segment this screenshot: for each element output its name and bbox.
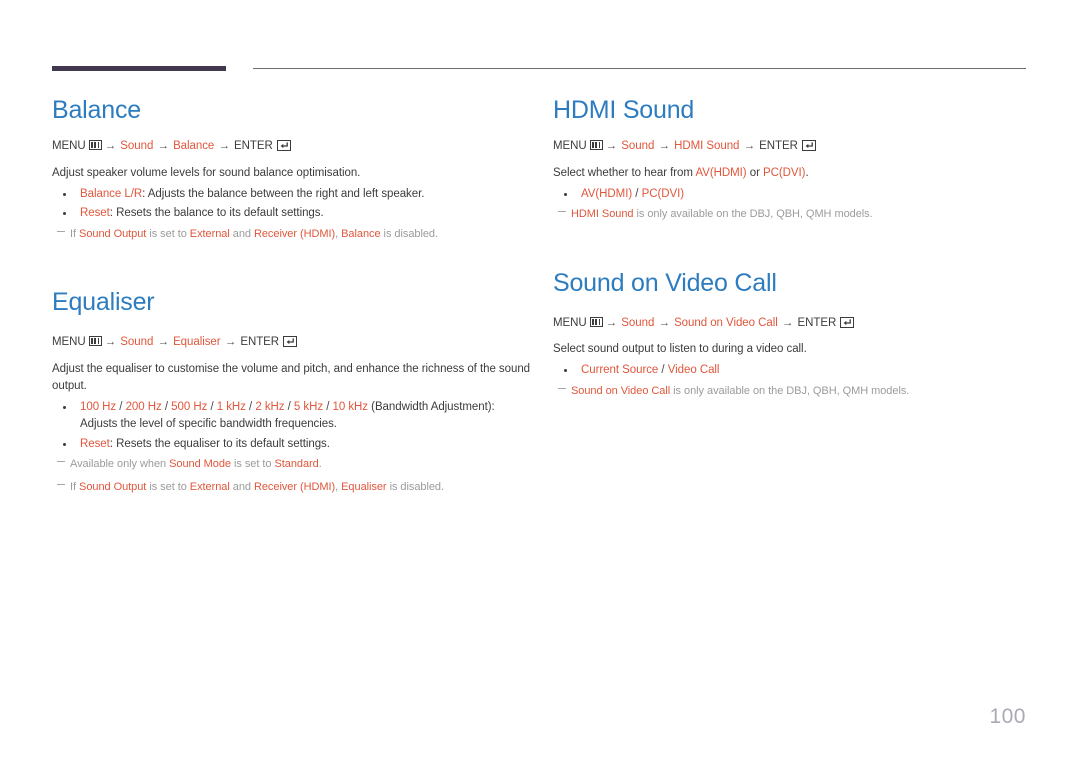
menu-label: MENU [553, 316, 587, 329]
menu-path-equaliser: MENU → Sound → Equaliser → ENTER [52, 334, 534, 351]
bullet-text: : Resets the equaliser to its default se… [109, 437, 330, 450]
section-hdmi-sound: HDMI Sound MENU → Sound → HDMI Sound → EN… [553, 96, 1035, 223]
path-arrow-2: → [157, 336, 169, 349]
enter-label: ENTER [759, 140, 798, 152]
frequency-options: 100 Hz / 200 Hz / 500 Hz / 1 kHz / 2 kHz… [80, 400, 369, 413]
path-arrow-2: → [658, 140, 670, 152]
equaliser-lead: Adjust the equaliser to customise the vo… [52, 362, 531, 392]
hdmi-sound-lead: Select whether to hear from AV(HDMI) or … [553, 166, 809, 179]
note: HDMI Sound is only available on the DBJ,… [553, 206, 1035, 223]
option-separator: / [632, 187, 642, 200]
path-arrow-3: → [224, 336, 237, 349]
list-item: Reset: Resets the balance to its default… [52, 205, 534, 222]
balance-notes: If Sound Output is set to External and R… [52, 226, 534, 243]
page-number: 100 [989, 705, 1026, 728]
header-rule-accent [52, 66, 226, 71]
note: Sound on Video Call is only available on… [553, 383, 1035, 400]
path-step-sound: Sound [120, 140, 154, 152]
sound-on-video-call-notes: Sound on Video Call is only available on… [553, 383, 1035, 400]
path-arrow-1: → [104, 140, 117, 152]
menu-path-hdmi-sound: MENU → Sound → HDMI Sound → ENTER [553, 138, 1035, 155]
header-rule-line [253, 68, 1026, 69]
menu-grid-icon [589, 316, 603, 327]
path-step-sound: Sound [120, 336, 154, 349]
option-av-hdmi: AV(HDMI) [581, 187, 633, 200]
path-arrow-1: → [605, 316, 618, 329]
enter-label: ENTER [234, 140, 273, 152]
option-current-source: Current Source [581, 364, 659, 377]
bullet-text: : Adjusts the balance between the right … [142, 187, 425, 200]
equaliser-notes: Available only when Sound Mode is set to… [52, 456, 534, 495]
note: Available only when Sound Mode is set to… [52, 456, 534, 473]
list-item: Reset: Resets the equaliser to its defau… [52, 436, 534, 453]
menu-grid-icon [589, 140, 603, 150]
hdmi-sound-option-list: AV(HDMI) / PC(DVI) [553, 186, 1035, 203]
right-column: HDMI Sound MENU → Sound → HDMI Sound → EN… [553, 96, 1035, 405]
section-title-sound-on-video-call: Sound on Video Call [553, 268, 777, 297]
path-arrow-3: → [743, 140, 756, 152]
path-step-equaliser: Equaliser [173, 336, 221, 349]
bullet-text: : Resets the balance to its default sett… [109, 207, 324, 220]
note: If Sound Output is set to External and R… [52, 226, 534, 243]
path-step-hdmi-sound: HDMI Sound [674, 140, 740, 152]
path-arrow-1: → [605, 140, 618, 152]
menu-path-sound-on-video-call: MENU → Sound → Sound on Video Call → ENTE… [553, 315, 1035, 332]
path-step-sound: Sound [621, 140, 655, 152]
enter-label: ENTER [240, 336, 280, 349]
section-sound-on-video-call: Sound on Video Call MENU → Sound → Sound … [553, 269, 1035, 400]
path-arrow-3: → [781, 316, 794, 329]
option-pc-dvi: PC(DVI) [641, 187, 685, 200]
path-step-sound-on-video-call: Sound on Video Call [674, 316, 778, 329]
menu-label: MENU [52, 336, 86, 349]
bullet-term: Balance L/R [80, 187, 143, 200]
path-arrow-2: → [658, 316, 670, 329]
option-video-call: Video Call [667, 364, 720, 377]
note: If Sound Output is set to External and R… [52, 479, 534, 496]
sound-on-video-call-option-list: Current Source / Video Call [553, 362, 1035, 379]
hdmi-sound-notes: HDMI Sound is only available on the DBJ,… [553, 206, 1035, 223]
section-title-equaliser: Equaliser [52, 288, 155, 317]
header-rules [52, 66, 1026, 74]
bullet-term: Reset [80, 207, 110, 220]
menu-label: MENU [52, 140, 86, 152]
list-item: Balance L/R: Adjusts the balance between… [52, 186, 534, 203]
path-arrow-2: → [157, 140, 169, 152]
enter-return-icon [840, 316, 855, 328]
balance-lead: Adjust speaker volume levels for sound b… [52, 166, 361, 179]
path-arrow-3: → [218, 140, 230, 152]
menu-grid-icon [88, 336, 102, 347]
left-column: Balance MENU → Sound → Balance → ENTER Ad… [52, 96, 534, 501]
option-separator: / [658, 364, 668, 377]
enter-return-icon [801, 140, 816, 151]
path-step-sound: Sound [621, 316, 655, 329]
sound-on-video-call-lead: Select sound output to listen to during … [553, 343, 807, 356]
section-equaliser: Equaliser MENU → Sound → Equaliser → ENTE… [52, 288, 534, 495]
balance-bullet-list: Balance L/R: Adjusts the balance between… [52, 186, 534, 223]
bullet-term: Reset [80, 437, 110, 450]
enter-label: ENTER [797, 316, 837, 329]
section-title-hdmi-sound: HDMI Sound [553, 96, 695, 124]
list-item: Current Source / Video Call [553, 362, 1035, 379]
list-item: AV(HDMI) / PC(DVI) [553, 186, 1035, 203]
enter-return-icon [276, 140, 291, 151]
menu-label: MENU [553, 140, 587, 152]
menu-grid-icon [88, 140, 102, 150]
enter-return-icon [283, 336, 298, 348]
path-step-balance: Balance [173, 140, 215, 152]
section-balance: Balance MENU → Sound → Balance → ENTER Ad… [52, 96, 534, 242]
path-arrow-1: → [104, 336, 117, 349]
menu-path-balance: MENU → Sound → Balance → ENTER [52, 138, 534, 155]
list-item: 100 Hz / 200 Hz / 500 Hz / 1 kHz / 2 kHz… [52, 399, 534, 434]
section-title-balance: Balance [52, 96, 141, 124]
equaliser-bullet-list: 100 Hz / 200 Hz / 500 Hz / 1 kHz / 2 kHz… [52, 399, 534, 453]
